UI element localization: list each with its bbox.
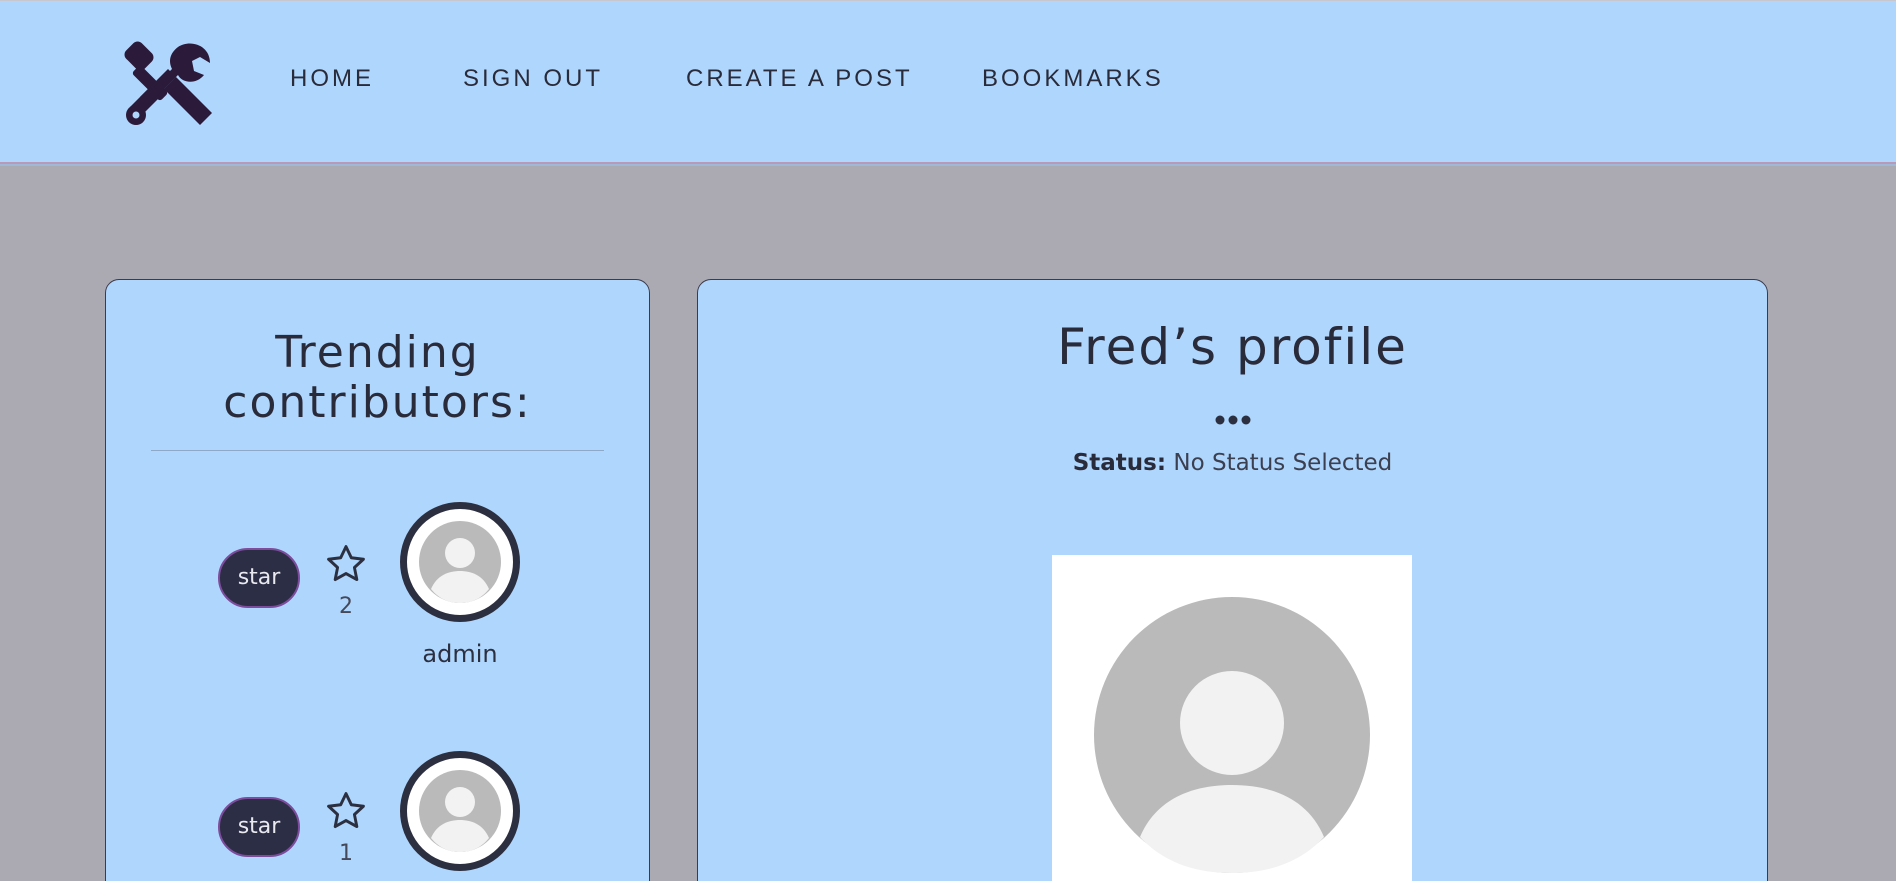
- avatar[interactable]: [400, 751, 520, 871]
- contributor-name[interactable]: admin: [360, 640, 560, 668]
- tools-icon[interactable]: [120, 37, 216, 129]
- page-title: Fred’s profile: [1057, 318, 1408, 376]
- profile-picture: [1052, 555, 1412, 881]
- nav-create-post[interactable]: CREATE A POST: [686, 65, 913, 93]
- divider: [151, 450, 604, 451]
- star-count: 1: [339, 841, 353, 866]
- star-count: 2: [339, 594, 353, 619]
- status-value: No Status Selected: [1173, 450, 1393, 476]
- more-options-icon[interactable]: [1213, 413, 1253, 427]
- nav-bookmarks[interactable]: BOOKMARKS: [982, 65, 1164, 93]
- status-line: Status: No Status Selected: [698, 450, 1767, 476]
- star-icon: [327, 792, 365, 829]
- star-button[interactable]: star: [218, 797, 300, 857]
- avatar[interactable]: [400, 502, 520, 622]
- site-header: HOME SIGN OUT CREATE A POST BOOKMARKS: [0, 0, 1896, 164]
- status-label: Status:: [1072, 450, 1167, 476]
- nav-sign-out[interactable]: SIGN OUT: [463, 65, 603, 93]
- star-button[interactable]: star: [218, 548, 300, 608]
- trending-contributors-card: Trending contributors: star 2 admin star…: [105, 279, 650, 881]
- nav-home[interactable]: HOME: [290, 65, 374, 93]
- trending-title-line2: contributors:: [223, 377, 532, 428]
- profile-card: Fred’s profile Status: No Status Selecte…: [697, 279, 1768, 881]
- trending-title: Trending contributors:: [106, 328, 649, 428]
- star-icon: [327, 545, 365, 582]
- trending-title-line1: Trending: [275, 327, 480, 378]
